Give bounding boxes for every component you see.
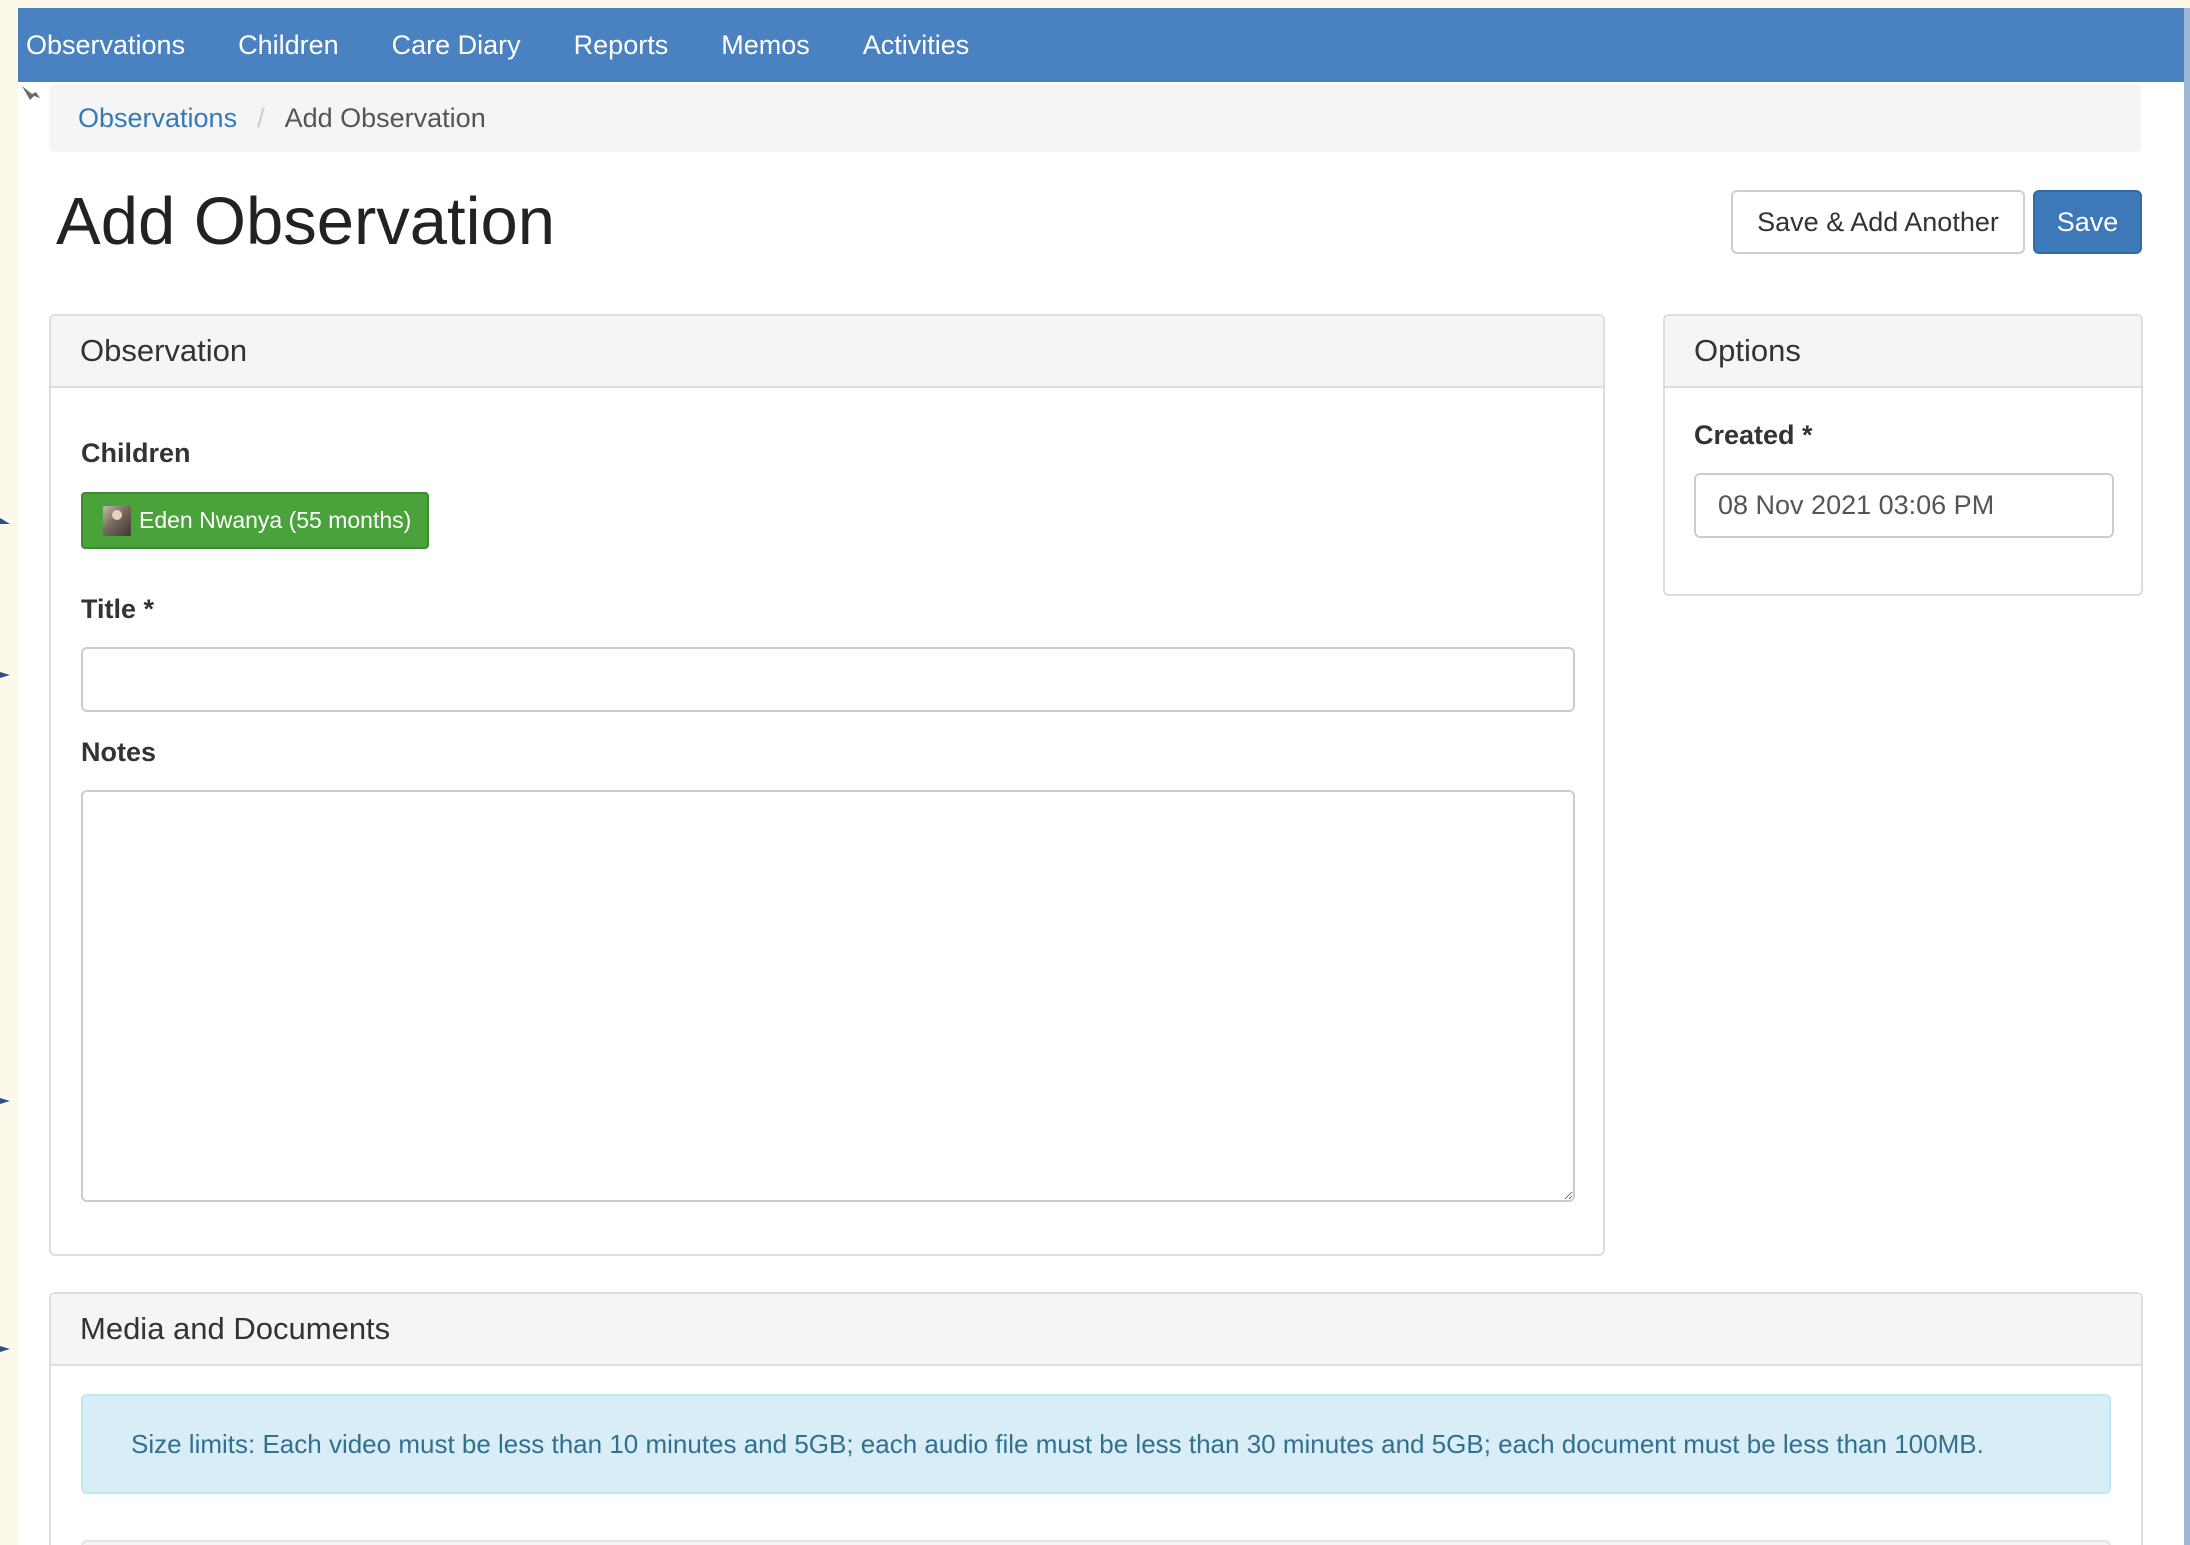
- nav-item-activities[interactable]: Activities: [863, 30, 970, 61]
- save-button[interactable]: Save: [2033, 190, 2142, 254]
- observation-panel: Observation Children Eden Nwanya (55 mon…: [49, 314, 1605, 1256]
- avatar: [103, 505, 131, 536]
- media-documents-panel-heading: Media and Documents: [51, 1294, 2141, 1366]
- media-upload-area[interactable]: [81, 1540, 2111, 1545]
- notes-textarea[interactable]: [81, 790, 1575, 1202]
- window-top-strip: [0, 0, 2190, 8]
- title-label: Title *: [81, 594, 155, 624]
- breadcrumb-separator: /: [257, 102, 265, 133]
- options-panel: Options Created * 08 Nov 2021 03:06 PM: [1663, 314, 2143, 596]
- child-tag-label: Eden Nwanya (55 months): [139, 507, 412, 533]
- edge-arrow-mark: [0, 1098, 10, 1104]
- nav-item-care-diary[interactable]: Care Diary: [392, 30, 521, 61]
- notes-label: Notes: [81, 737, 157, 767]
- edge-arrow-mark: [0, 1346, 10, 1352]
- breadcrumb-link-observations[interactable]: Observations: [78, 103, 237, 134]
- page-title: Add Observation: [56, 184, 556, 259]
- created-label: Created *: [1694, 420, 1813, 450]
- children-label: Children: [81, 438, 191, 468]
- browser-viewport: Observations Children Care Diary Reports…: [18, 8, 2184, 1545]
- breadcrumb: Observations / Add Observation: [49, 84, 2141, 152]
- nav-item-observations[interactable]: Observations: [26, 30, 185, 61]
- breadcrumb-current: Add Observation: [284, 102, 486, 133]
- media-documents-panel: Media and Documents Size limits: Each vi…: [49, 1292, 2143, 1545]
- child-tag-eden-nwanya[interactable]: Eden Nwanya (55 months): [81, 492, 429, 549]
- nav-item-children[interactable]: Children: [238, 30, 339, 61]
- pencil-icon: [22, 86, 40, 100]
- edge-arrow-mark: [0, 672, 10, 678]
- window-right-edge: [2184, 8, 2190, 1545]
- options-panel-heading: Options: [1665, 316, 2141, 388]
- edge-arrow-mark: [0, 518, 10, 524]
- size-limits-alert: Size limits: Each video must be less tha…: [81, 1394, 2111, 1494]
- title-input[interactable]: [81, 647, 1575, 712]
- nav-item-reports[interactable]: Reports: [574, 30, 669, 61]
- top-navbar: Observations Children Care Diary Reports…: [18, 8, 2184, 82]
- created-datetime-input[interactable]: 08 Nov 2021 03:06 PM: [1694, 473, 2114, 538]
- save-and-add-another-button[interactable]: Save & Add Another: [1731, 190, 2025, 254]
- observation-panel-heading: Observation: [51, 316, 1603, 388]
- nav-item-memos[interactable]: Memos: [721, 30, 810, 61]
